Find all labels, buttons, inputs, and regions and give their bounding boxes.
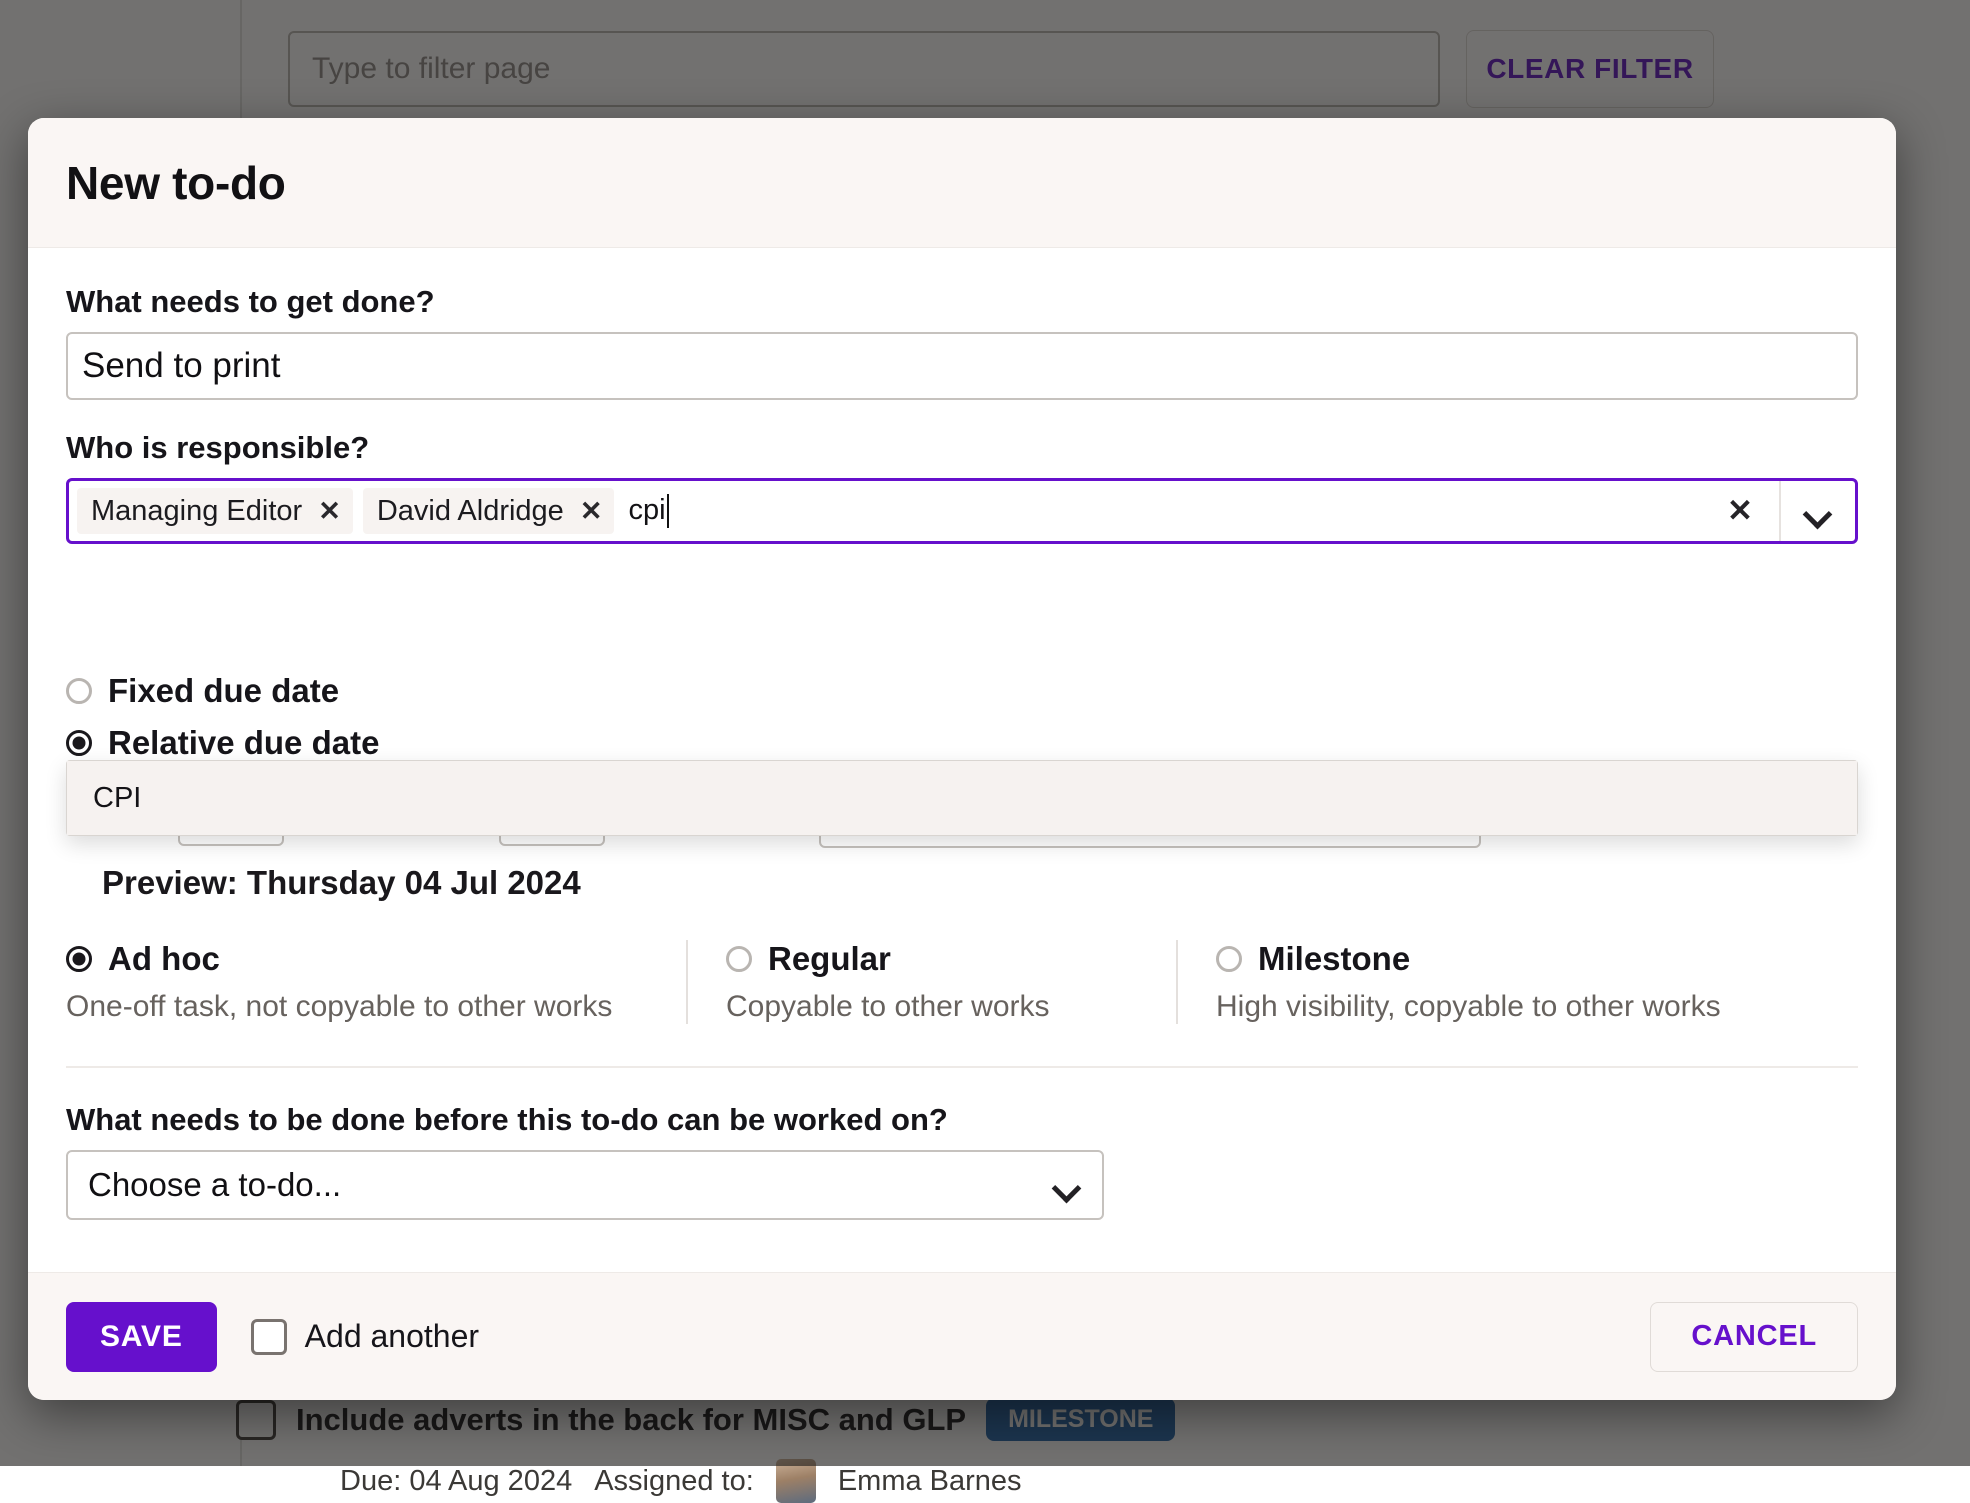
add-another-checkbox[interactable]: [251, 1319, 287, 1355]
task-input[interactable]: Send to print: [66, 332, 1858, 400]
due-date-preview: Preview: Thursday 04 Jul 2024: [66, 864, 1858, 902]
typed-text: cpi: [628, 494, 665, 526]
todo-assignee-name: Emma Barnes: [838, 1465, 1022, 1498]
task-type-header: Milestone: [1216, 940, 1721, 978]
task-type-description: One-off task, not copyable to other work…: [66, 990, 646, 1024]
task-type-ad-hoc[interactable]: Ad hoc One-off task, not copyable to oth…: [66, 940, 686, 1024]
chip-managing-editor[interactable]: Managing Editor ✕: [77, 488, 353, 534]
responsible-dropdown-menu: CPI: [66, 760, 1858, 836]
responsible-chips: Managing Editor ✕ David Aldridge ✕: [77, 488, 614, 534]
cancel-button[interactable]: CANCEL: [1650, 1302, 1858, 1372]
radio-fixed-due-date[interactable]: [66, 678, 92, 704]
new-todo-dialog: New to-do What needs to get done? Send t…: [28, 118, 1896, 1400]
todo-assigned-label: Assigned to:: [594, 1465, 754, 1498]
dropdown-option-cpi[interactable]: CPI: [67, 761, 1857, 835]
todo-due-text: Due: 04 Aug 2024: [340, 1465, 572, 1498]
chip-david-aldridge[interactable]: David Aldridge ✕: [363, 488, 615, 534]
text-caret: [667, 494, 669, 528]
dialog-header: New to-do: [28, 118, 1896, 248]
dialog-title: New to-do: [66, 156, 286, 210]
task-type-name: Regular: [768, 940, 891, 978]
add-another-label: Add another: [305, 1318, 479, 1355]
dialog-footer: SAVE Add another CANCEL: [28, 1272, 1896, 1400]
dialog-body: What needs to get done? Send to print Wh…: [28, 248, 1896, 1272]
chip-label: Managing Editor: [91, 495, 302, 528]
responsible-multiselect[interactable]: Managing Editor ✕ David Aldridge ✕ cpi ✕: [66, 478, 1858, 544]
chevron-down-icon: [1054, 1178, 1080, 1192]
add-another-control[interactable]: Add another: [251, 1318, 479, 1355]
task-type-name: Milestone: [1258, 940, 1410, 978]
task-label: What needs to get done?: [66, 284, 1858, 320]
chip-remove-icon[interactable]: ✕: [318, 498, 341, 525]
radio-milestone[interactable]: [1216, 946, 1242, 972]
radio-ad-hoc[interactable]: [66, 946, 92, 972]
radio-relative-due-date[interactable]: [66, 730, 92, 756]
relative-due-date-label: Relative due date: [108, 724, 379, 762]
dependency-label: What needs to be done before this to-do …: [66, 1102, 1858, 1138]
responsible-label: Who is responsible?: [66, 430, 1858, 466]
task-type-milestone[interactable]: Milestone High visibility, copyable to o…: [1176, 940, 1761, 1024]
chip-remove-icon[interactable]: ✕: [580, 498, 603, 525]
fixed-due-date-option[interactable]: Fixed due date: [66, 672, 1858, 710]
task-type-regular[interactable]: Regular Copyable to other works: [686, 940, 1176, 1024]
task-type-header: Regular: [726, 940, 1136, 978]
section-divider: [66, 1066, 1858, 1068]
task-type-description: High visibility, copyable to other works: [1216, 990, 1721, 1024]
task-type-name: Ad hoc: [108, 940, 220, 978]
save-button[interactable]: SAVE: [66, 1302, 217, 1372]
multiselect-actions: ✕: [1701, 481, 1855, 541]
dependency-value: Choose a to-do...: [88, 1166, 341, 1204]
dependency-select[interactable]: Choose a to-do...: [66, 1150, 1104, 1220]
dropdown-toggle-button[interactable]: [1781, 504, 1855, 518]
radio-regular[interactable]: [726, 946, 752, 972]
relative-due-date-option[interactable]: Relative due date: [66, 724, 1858, 762]
clear-all-icon[interactable]: ✕: [1701, 493, 1779, 529]
fixed-due-date-label: Fixed due date: [108, 672, 339, 710]
chip-label: David Aldridge: [377, 495, 564, 528]
chevron-down-icon: [1805, 504, 1831, 518]
responsible-search-input[interactable]: cpi: [628, 494, 668, 528]
task-type-header: Ad hoc: [66, 940, 646, 978]
task-type-group: Ad hoc One-off task, not copyable to oth…: [66, 940, 1858, 1024]
task-type-description: Copyable to other works: [726, 990, 1136, 1024]
